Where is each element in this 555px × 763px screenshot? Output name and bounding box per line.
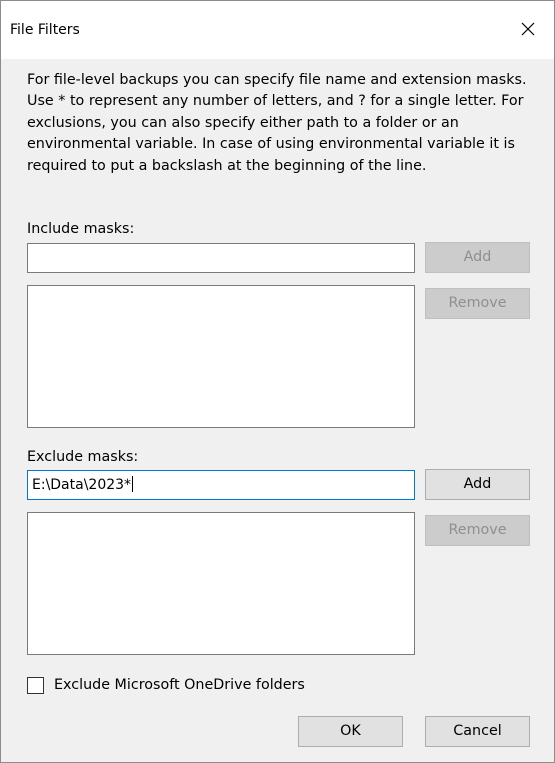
ok-button[interactable]: OK xyxy=(298,716,403,747)
include-mask-input[interactable] xyxy=(27,243,415,273)
exclude-mask-input-value: E:\Data\2023* xyxy=(32,477,132,493)
exclude-remove-button[interactable]: Remove xyxy=(425,515,530,546)
include-masks-list[interactable] xyxy=(27,285,415,428)
close-button[interactable] xyxy=(514,15,542,43)
title-bar: File Filters xyxy=(1,1,554,59)
include-masks-label: Include masks: xyxy=(27,221,135,237)
exclude-masks-label: Exclude masks: xyxy=(27,449,139,465)
include-add-button[interactable]: Add xyxy=(425,242,530,273)
file-filters-dialog: File Filters For file-level backups you … xyxy=(0,0,555,763)
exclude-masks-list[interactable] xyxy=(27,512,415,655)
dialog-title: File Filters xyxy=(10,22,80,38)
include-remove-button[interactable]: Remove xyxy=(425,288,530,319)
close-icon xyxy=(521,22,535,36)
exclude-add-button[interactable]: Add xyxy=(425,469,530,500)
onedrive-checkbox-row[interactable]: Exclude Microsoft OneDrive folders xyxy=(27,675,305,695)
text-caret xyxy=(132,476,134,492)
exclude-onedrive-label: Exclude Microsoft OneDrive folders xyxy=(54,677,305,693)
exclude-mask-input[interactable]: E:\Data\2023* xyxy=(27,470,415,500)
exclude-onedrive-checkbox[interactable] xyxy=(27,676,44,694)
cancel-button[interactable]: Cancel xyxy=(425,716,530,747)
description-text: For file-level backups you can specify f… xyxy=(27,72,527,174)
